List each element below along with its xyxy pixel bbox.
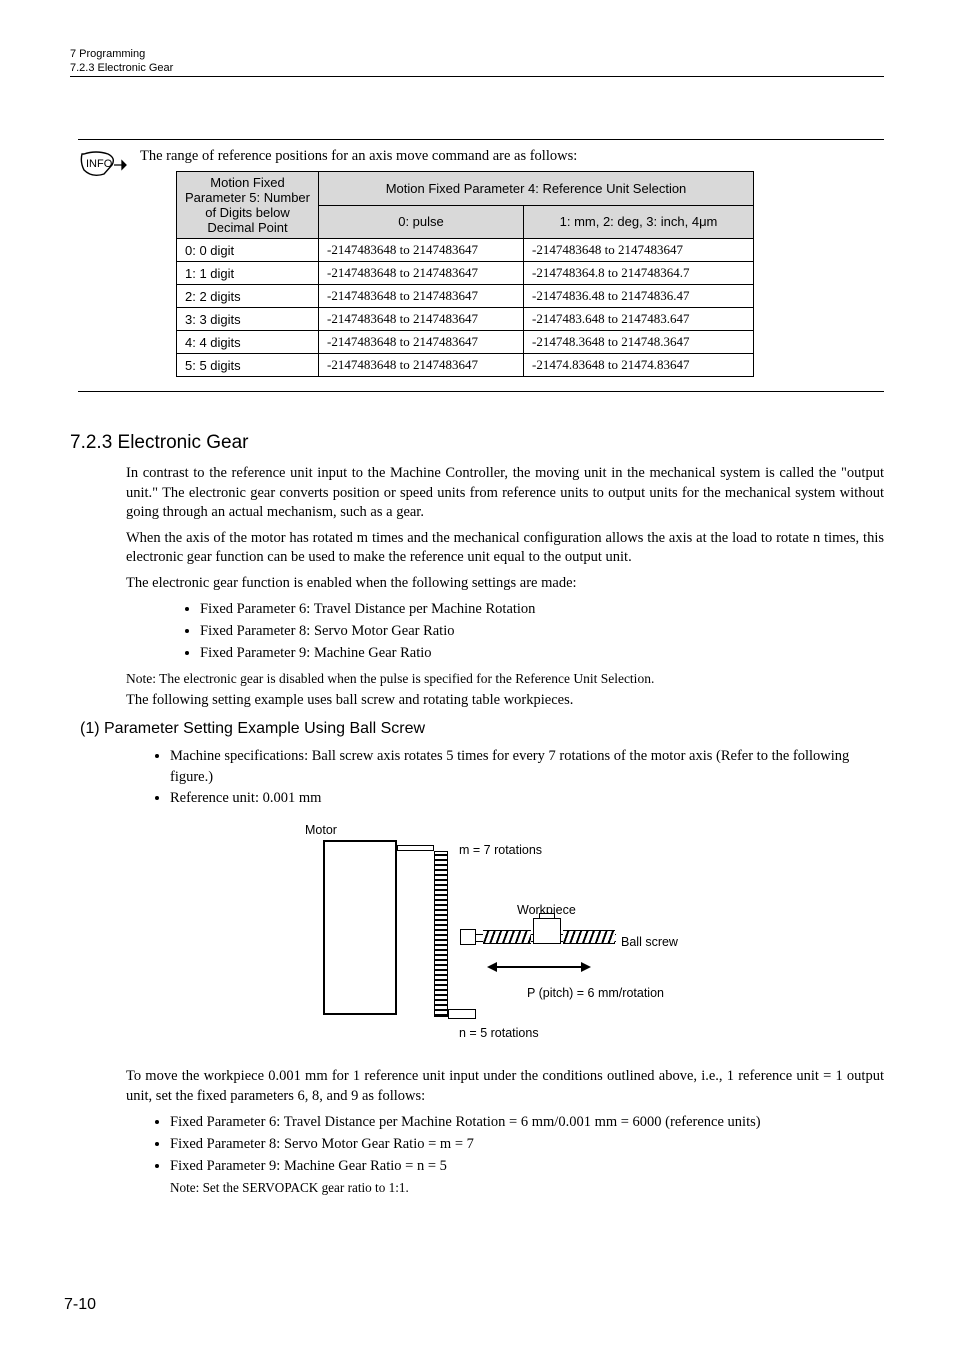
ballscrew-label: Ball screw: [621, 935, 678, 949]
workpiece-box-shape: [533, 918, 561, 944]
th-pulse: 0: pulse: [319, 205, 524, 239]
table-row: 0: 0 digit-2147483648 to 2147483647-2147…: [177, 239, 754, 262]
list-item: Fixed Parameter 6: Travel Distance per M…: [170, 1112, 884, 1134]
page-number: 7-10: [64, 1296, 96, 1314]
table-row: 4: 4 digits-2147483648 to 2147483647-214…: [177, 331, 754, 354]
svg-text:INFO: INFO: [86, 158, 113, 170]
spec-list: Machine specifications: Ball screw axis …: [170, 746, 884, 809]
para-4: The following setting example uses ball …: [126, 691, 884, 711]
info-icon: INFO: [78, 150, 128, 180]
screw-segment-shape: [563, 930, 615, 944]
gear-top-shape: [397, 845, 434, 851]
motor-box-shape: [323, 840, 397, 1015]
arrow-line-shape: [495, 966, 583, 968]
arrow-right-icon: [581, 962, 591, 972]
sub-heading: (1) Parameter Setting Example Using Ball…: [80, 720, 884, 738]
n-rotations-label: n = 5 rotations: [459, 1026, 539, 1040]
para-1: In contrast to the reference unit input …: [126, 464, 884, 523]
list-item: Fixed Parameter 8: Servo Motor Gear Rati…: [200, 621, 884, 643]
list-item: Fixed Parameter 9: Machine Gear Ratio: [200, 643, 884, 665]
list-item: Reference unit: 0.001 mm: [170, 788, 884, 809]
pitch-label: P (pitch) = 6 mm/rotation: [527, 986, 664, 1000]
th-param4: Motion Fixed Parameter 4: Reference Unit…: [319, 172, 754, 206]
vertical-shaft-shape: [434, 851, 448, 1017]
para-2: When the axis of the motor has rotated m…: [126, 529, 884, 568]
screw-segment-shape: [483, 930, 531, 944]
list-item: Fixed Parameter 9: Machine Gear Ratio = …: [170, 1156, 884, 1178]
table-row: 1: 1 digit-2147483648 to 2147483647-2147…: [177, 262, 754, 285]
fixed-param-list: Fixed Parameter 6: Travel Distance per M…: [200, 599, 884, 664]
table-row: 2: 2 digits-2147483648 to 2147483647-214…: [177, 285, 754, 308]
list-item: Fixed Parameter 8: Servo Motor Gear Rati…: [170, 1134, 884, 1156]
final-note: Note: Set the SERVOPACK gear ratio to 1:…: [170, 1180, 884, 1196]
shaft-node-shape: [460, 929, 476, 945]
closing-para: To move the workpiece 0.001 mm for 1 ref…: [126, 1067, 884, 1106]
list-item: Machine specifications: Ball screw axis …: [170, 746, 884, 788]
note-text: Note: The electronic gear is disabled wh…: [126, 671, 884, 687]
table-row: 3: 3 digits-2147483648 to 2147483647-214…: [177, 308, 754, 331]
gear-bottom-shape: [448, 1009, 476, 1019]
section-heading: 7.2.3 Electronic Gear: [70, 432, 884, 454]
ball-screw-diagram: Motor m = 7 rotations Workpiece Ball scr…: [227, 823, 727, 1053]
para-3: The electronic gear function is enabled …: [126, 574, 884, 594]
info-box: INFO The range of reference positions fo…: [78, 139, 884, 392]
info-intro-text: The range of reference positions for an …: [140, 148, 884, 165]
reference-range-table: Motion Fixed Parameter 5: Number of Digi…: [176, 171, 754, 377]
section-small-label: 7.2.3 Electronic Gear: [70, 62, 884, 77]
table-row: 5: 5 digits-2147483648 to 2147483647-214…: [177, 354, 754, 377]
arrow-left-icon: [487, 962, 497, 972]
m-rotations-label: m = 7 rotations: [459, 843, 542, 857]
th-units: 1: mm, 2: deg, 3: inch, 4μm: [524, 205, 754, 239]
th-param5: Motion Fixed Parameter 5: Number of Digi…: [177, 172, 319, 239]
final-param-list: Fixed Parameter 6: Travel Distance per M…: [170, 1112, 884, 1177]
chapter-label: 7 Programming: [70, 48, 884, 60]
motor-label: Motor: [305, 823, 337, 837]
list-item: Fixed Parameter 6: Travel Distance per M…: [200, 599, 884, 621]
